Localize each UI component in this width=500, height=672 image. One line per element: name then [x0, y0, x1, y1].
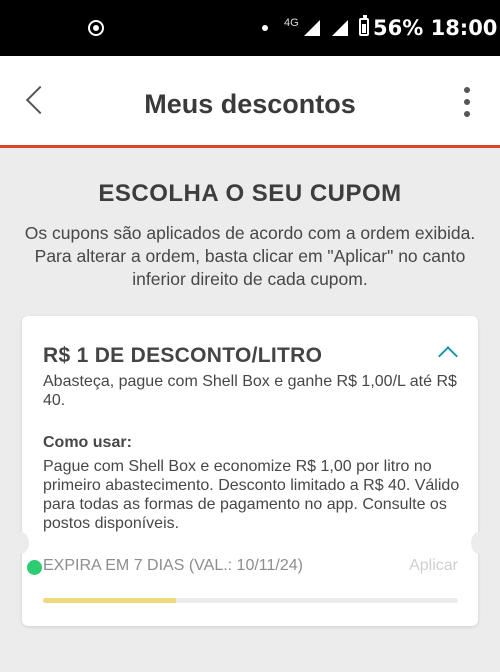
- instructions-text: Os cupons são aplicados de acordo com a …: [24, 223, 476, 289]
- status-bar: 4G 56% 18:00: [0, 0, 500, 56]
- section-heading: ESCOLHA O SEU CUPOM: [98, 180, 402, 207]
- expiry-text: EXPIRA EM 7 DIAS (VAL.: 10/11/24): [43, 557, 303, 574]
- battery-icon: [359, 15, 369, 36]
- record-icon: [88, 20, 104, 36]
- coupon-title: R$ 1 DE DESCONTO/LITRO: [43, 344, 323, 367]
- page-title: Meus descontos: [144, 89, 356, 119]
- signal-icon: [332, 20, 348, 36]
- how-to-use-label: Como usar:: [43, 434, 132, 451]
- apply-button[interactable]: Aplicar: [409, 557, 458, 575]
- status-dot-icon: [27, 560, 42, 575]
- coupon-card: R$ 1 DE DESCONTO/LITRO Abasteça, pague c…: [13, 316, 487, 626]
- validity-progress-fill: [43, 598, 176, 603]
- coupon-description: Abasteça, pague com Shell Box e ganhe R$…: [43, 373, 457, 409]
- card-notch: [13, 532, 29, 554]
- more-vert-icon[interactable]: [462, 87, 472, 117]
- app-bar: Meus descontos: [0, 56, 500, 148]
- how-to-use-text: Pague com Shell Box e economize R$ 1,00 …: [43, 458, 460, 532]
- chevron-up-icon[interactable]: [438, 344, 456, 362]
- battery-time: 56% 18:00: [373, 16, 498, 40]
- notification-dot-icon: [262, 25, 268, 31]
- card-notch: [471, 532, 487, 554]
- signal-icon: [304, 20, 320, 36]
- validity-progress-bar: [43, 598, 458, 603]
- network-type: 4G: [284, 17, 299, 29]
